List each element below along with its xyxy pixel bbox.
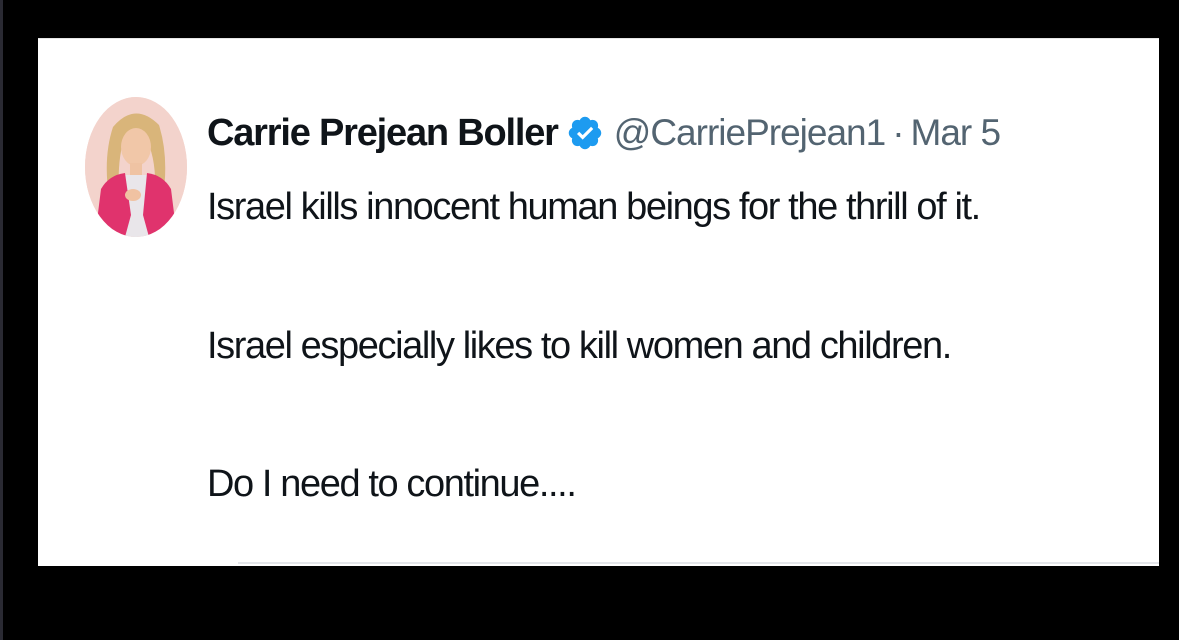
frame-edge — [0, 0, 3, 640]
header-separator: · — [892, 112, 904, 153]
verified-check-icon[interactable] — [566, 114, 604, 152]
tweet-text-line: Do I need to continue.... — [207, 463, 577, 505]
avatar[interactable] — [85, 97, 187, 237]
avatar-photo — [85, 97, 187, 237]
author-display-name[interactable]: Carrie Prejean Boller — [207, 112, 559, 155]
screenshot-frame: Carrie Prejean Boller @CarriePrejean1 · … — [0, 0, 1179, 640]
author-handle[interactable]: @CarriePrejean1 — [614, 112, 886, 154]
tweet-divider — [238, 562, 1159, 564]
tweet-text-line: Israel especially likes to kill women an… — [207, 325, 952, 367]
tweet-header: Carrie Prejean Boller @CarriePrejean1 · … — [207, 105, 1002, 161]
tweet-date[interactable]: Mar 5 — [911, 112, 1002, 154]
tweet-text-line: Israel kills innocent human beings for t… — [207, 186, 981, 228]
